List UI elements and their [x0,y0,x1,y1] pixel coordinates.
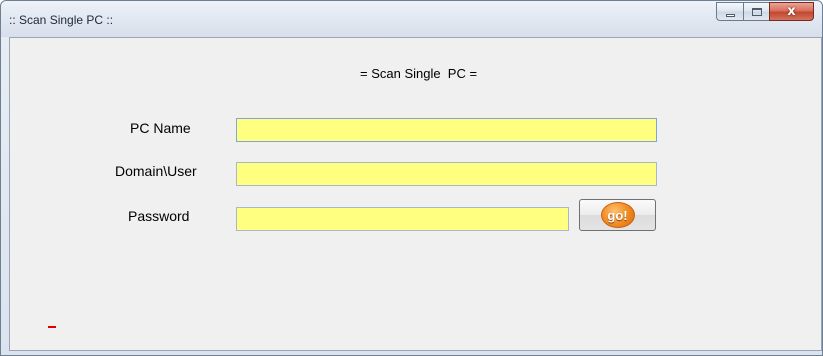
window-title: :: Scan Single PC :: [9,13,114,27]
maximize-button[interactable] [743,2,769,21]
go-button[interactable]: go! [579,199,656,231]
go-icon: go! [600,202,635,228]
form-header: = Scan Single PC = [360,66,478,81]
domain-user-input[interactable] [236,162,657,186]
maximize-icon [751,7,762,16]
caption-buttons: x [716,2,814,21]
password-input[interactable] [236,207,569,231]
pc-name-label: PC Name [130,120,191,136]
minimize-icon [725,13,735,17]
minimize-button[interactable] [716,2,743,21]
close-button[interactable]: x [769,2,814,21]
password-label: Password [128,208,190,224]
pc-name-input[interactable] [236,118,657,142]
client-area [9,37,822,351]
title-bar[interactable]: :: Scan Single PC :: x [1,1,822,37]
close-icon: x [787,4,796,19]
status-indicator [48,326,56,328]
domain-user-label: Domain\User [115,163,197,179]
